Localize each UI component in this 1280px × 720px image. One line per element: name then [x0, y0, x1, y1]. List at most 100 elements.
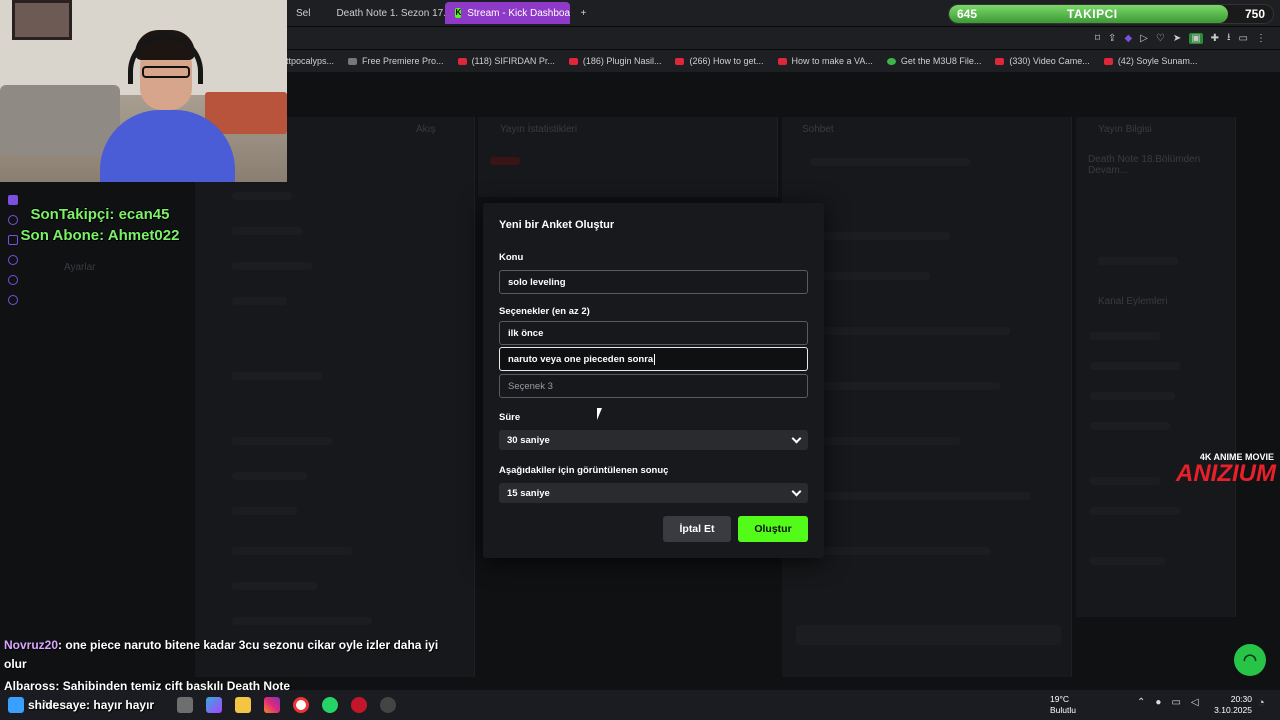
bookmark-icon[interactable]: ⌑: [1095, 33, 1100, 44]
create-button[interactable]: Oluştur: [738, 516, 808, 542]
bookmark-item[interactable]: How to make a VA...: [777, 56, 873, 66]
bookmark-item[interactable]: Get the M3U8 File...: [886, 56, 981, 66]
taskbar-clock[interactable]: 20:30 3.10.2025: [1214, 694, 1252, 716]
ghost-row: [1090, 332, 1160, 340]
plus-icon: +: [580, 7, 587, 19]
panel-title: Yayın İstatistikleri: [500, 124, 578, 135]
bookmark-item[interactable]: (266) How to get...: [675, 56, 764, 66]
activity-panel: [195, 117, 475, 677]
option-3-input[interactable]: Seçenek 3: [499, 374, 808, 398]
ghost-row: [232, 547, 352, 555]
weather-temp: 19°C: [1050, 694, 1069, 704]
option-3-placeholder: Seçenek 3: [508, 380, 553, 392]
tab-sel[interactable]: Sel: [286, 2, 320, 24]
settings-icon[interactable]: [380, 697, 397, 713]
ghost-row: [232, 372, 322, 380]
topic-input[interactable]: solo leveling: [499, 270, 808, 294]
chat-message: shidesaye: hayır hayır: [28, 698, 154, 712]
bookmark-item[interactable]: ttpocalyps...: [286, 56, 334, 66]
chat-panel: [782, 117, 1072, 677]
sidebar-icon[interactable]: ▭: [1239, 33, 1248, 44]
clock-date: 3.10.2025: [1214, 705, 1252, 715]
settings-link: Ayarlar: [64, 262, 96, 273]
toolbar: ⌑ ⇪ ◆ ▷ ♡ ➤ ▣ ✚ ⭳ ▭ ⋮: [286, 27, 1280, 49]
shield-icon[interactable]: ◆: [1124, 33, 1132, 44]
webcam-feed: [0, 0, 287, 182]
play-icon[interactable]: ▷: [1140, 33, 1148, 44]
follower-current: 645: [957, 7, 978, 21]
topic-label: Konu: [499, 252, 524, 263]
channel-actions-title: Kanal Eylemleri: [1098, 296, 1168, 307]
network-icon[interactable]: ▭: [1171, 697, 1180, 708]
ghost-row: [1090, 422, 1170, 430]
duration-label: Süre: [499, 412, 521, 423]
cam-sofa: [0, 85, 120, 155]
tab-death-note[interactable]: Death Note 1. Sezon 17. B: [320, 2, 445, 24]
chevron-down-icon: [791, 486, 802, 496]
page-icon: [348, 57, 358, 65]
bookmark-item[interactable]: (330) Video Came...: [995, 56, 1090, 66]
tab-kick-dashboard[interactable]: K Stream - Kick Dashboard: [445, 2, 571, 24]
mouse-cursor: [597, 408, 607, 420]
bookmark-item[interactable]: (118) SIFIRDAN Pr...: [457, 56, 555, 66]
settings-icon[interactable]: [8, 295, 18, 305]
weather-widget[interactable]: 19°C Bulutlu: [1030, 694, 1076, 716]
cancel-button[interactable]: İptal Et: [663, 516, 731, 542]
ghost-row: [810, 382, 1000, 390]
heart-icon[interactable]: ♡: [1156, 33, 1165, 44]
duration-select[interactable]: 30 saniye: [499, 430, 808, 450]
support-chat-button[interactable]: ◠: [1234, 644, 1266, 676]
instagram-icon[interactable]: [264, 697, 281, 713]
option-2-input[interactable]: naruto veya one pieceden sonra: [499, 347, 808, 371]
chevron-up-icon[interactable]: ⌃: [1137, 697, 1145, 708]
ghost-row: [810, 158, 970, 166]
modal-title: Yeni bir Anket Oluştur: [499, 219, 615, 231]
bookmark-label: (42) Soyle Sunam...: [1117, 56, 1198, 66]
panel-title: Akış: [416, 124, 436, 135]
whatsapp-icon[interactable]: [322, 697, 339, 713]
ghost-row: [810, 327, 1010, 335]
chat-icon[interactable]: [8, 275, 18, 285]
bookmark-item[interactable]: (186) Plugin Nasil...: [568, 56, 662, 66]
create-poll-modal: Yeni bir Anket Oluştur Konu solo levelin…: [483, 203, 824, 558]
task-view-icon[interactable]: [177, 697, 194, 713]
microphone-icon[interactable]: ●: [1155, 697, 1161, 708]
panel-title: Yayın Bilgisi: [1098, 124, 1152, 135]
chrome-icon[interactable]: [293, 697, 310, 713]
volume-icon[interactable]: ◁: [1191, 697, 1199, 708]
clock-icon[interactable]: [8, 255, 18, 265]
menu-icon[interactable]: ⋮: [1256, 33, 1266, 44]
chat-username: Novruz20: [4, 638, 59, 652]
last-follower-label: SonTakipçi: ecan45: [30, 206, 170, 223]
bookmark-item[interactable]: Free Premiere Pro...: [348, 56, 444, 66]
download-icon[interactable]: ⭳: [1227, 30, 1231, 47]
option-1-input[interactable]: ilk önce: [499, 321, 808, 345]
system-tray: ⌃ ● ▭ ◁: [1137, 697, 1199, 708]
opera-icon[interactable]: [351, 697, 368, 713]
copilot-icon[interactable]: [206, 697, 223, 713]
windows-start-icon[interactable]: [8, 697, 24, 713]
youtube-icon: [568, 57, 578, 65]
share-icon[interactable]: ⇪: [1108, 33, 1116, 44]
send-icon[interactable]: ➤: [1173, 33, 1181, 44]
file-explorer-icon[interactable]: [235, 697, 252, 713]
bookmark-label: (186) Plugin Nasil...: [582, 56, 662, 66]
headset-icon: ◠: [1243, 652, 1257, 669]
ghost-row: [1090, 477, 1160, 485]
youtube-icon: [995, 57, 1005, 65]
result-select[interactable]: 15 saniye: [499, 483, 808, 503]
new-tab-button[interactable]: +: [570, 2, 596, 24]
tab-label: Death Note 1. Sezon 17. B: [336, 7, 446, 19]
bookmark-label: (118) SIFIRDAN Pr...: [471, 56, 555, 66]
puzzle-icon[interactable]: ✚: [1211, 33, 1219, 44]
bookmark-item[interactable]: (42) Soyle Sunam...: [1103, 56, 1198, 66]
cam-wall-frame: [12, 0, 72, 40]
clock-time: 20:30: [1230, 694, 1252, 704]
twitch-icon[interactable]: [8, 195, 18, 205]
youtube-icon: [457, 57, 467, 65]
weather-desc: Bulutlu: [1050, 705, 1076, 715]
follower-goal: 750: [1244, 7, 1265, 21]
ghost-row: [810, 232, 950, 240]
notification-icon[interactable]: ◔: [1258, 697, 1265, 709]
extension-icon[interactable]: ▣: [1189, 32, 1203, 44]
